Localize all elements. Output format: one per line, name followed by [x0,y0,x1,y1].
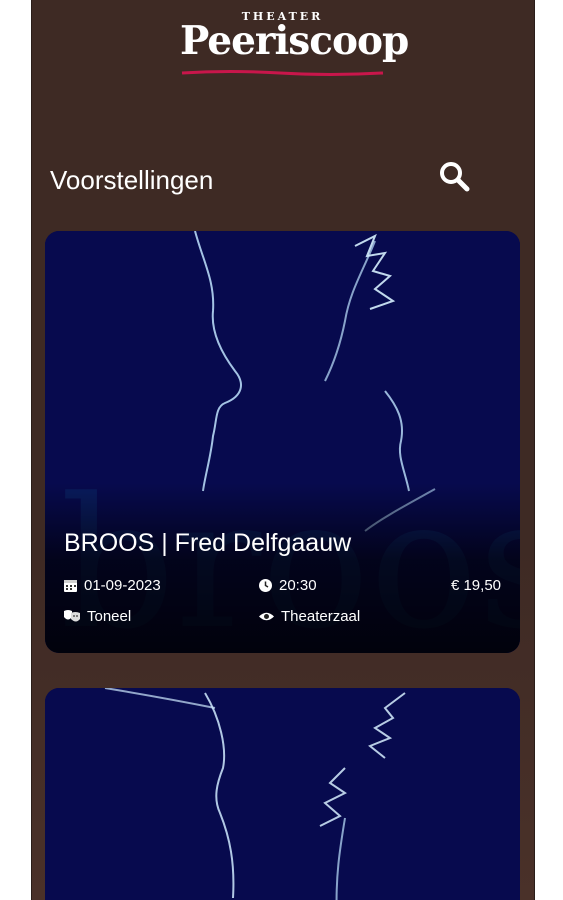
event-venue-text: Theaterzaal [281,608,361,625]
theater-logo[interactable]: THEATER Peeriscoop [180,8,409,76]
event-date-text: 01-09-2023 [84,577,161,594]
logo-underline [181,70,384,76]
event-genre: Toneel [63,608,131,625]
event-time-text: 20:30 [279,577,317,594]
page-title: Voorstellingen [50,165,214,195]
eye-icon [259,612,274,621]
event-date: 01-09-2023 [63,577,161,594]
clock-icon [259,579,272,592]
event-venue: Theaterzaal [258,608,360,625]
event-artwork [45,688,520,900]
event-card[interactable] [45,688,520,900]
event-card[interactable]: broos BROOS | Fred Delfgaauw 01-09-2023 … [45,231,520,653]
app-screen: THEATER Peeriscoop Voorstellingen broos … [31,0,535,900]
search-icon [440,162,470,192]
search-button[interactable] [434,156,474,196]
event-genre-text: Toneel [87,608,132,625]
logo-name: Peeriscoop [180,18,409,64]
event-time: 20:30 [258,577,317,594]
event-price: € 19,50 [450,577,501,594]
theater-masks-icon [64,610,80,622]
event-title: BROOS | Fred Delfgaauw [64,529,352,557]
calendar-icon [64,580,77,592]
card-gradient [45,483,520,653]
